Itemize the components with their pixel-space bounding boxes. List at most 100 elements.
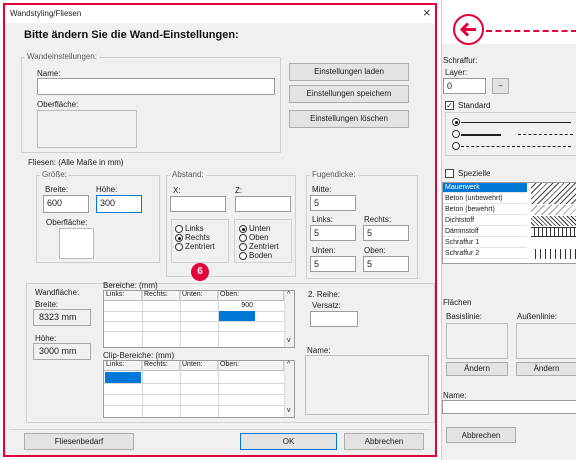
radio-v-zentriert-label: Zentriert xyxy=(249,242,279,251)
wall-name-input[interactable] xyxy=(37,78,275,95)
scroll-down-icon[interactable]: v xyxy=(287,407,291,414)
areas-scrollbar[interactable]: ^ v xyxy=(284,291,294,347)
areas-label: Bereiche: (mm) xyxy=(103,281,158,290)
side-cancel-button[interactable]: Abbrechen xyxy=(446,427,516,443)
clip-cell-selected[interactable] xyxy=(105,372,141,383)
areas-grid[interactable]: Links: Rechts: Unten: Oben: 900 ^ v xyxy=(103,290,295,348)
tile-width-input[interactable]: 600 xyxy=(43,195,89,213)
scroll-up-icon[interactable]: ^ xyxy=(287,291,290,298)
radio-unten-label: Unten xyxy=(249,224,271,233)
dialog-heading: Bitte ändern Sie die Wand-Einstellungen: xyxy=(24,29,239,41)
side-panel: Schraffur: Layer: 0 – ✓ Standard Speziel… xyxy=(441,0,576,460)
wallarea-height-label: Höhe: xyxy=(35,334,57,343)
radio-rechts[interactable] xyxy=(175,234,183,242)
grid-vline xyxy=(180,361,181,417)
spacing-group-label: Abstand: xyxy=(170,170,206,179)
standard-label: Standard xyxy=(458,101,491,110)
size-group-label: Größe: xyxy=(40,170,69,179)
hatch-item-beton-bewehrt[interactable]: Beton (bewehrt) xyxy=(443,205,527,215)
radio-h-zentriert-label: Zentriert xyxy=(185,242,215,251)
radio-oben[interactable] xyxy=(239,234,247,242)
tile-surface-preview[interactable] xyxy=(59,228,94,259)
wall-surface-preview[interactable] xyxy=(37,110,137,148)
joint-middle-label: Mitte: xyxy=(312,185,332,194)
radio-links-label: Links xyxy=(185,224,204,233)
radio-boden[interactable] xyxy=(239,252,247,260)
grid-vline xyxy=(142,361,143,417)
wallarea-width-label: Breite: xyxy=(35,300,59,309)
grid-vline xyxy=(180,291,181,347)
scroll-up-icon[interactable]: ^ xyxy=(287,361,290,368)
base-line-preview[interactable] xyxy=(446,323,508,359)
standard-checkbox[interactable]: ✓ xyxy=(445,101,454,110)
save-settings-button[interactable]: Einstellungen speichern xyxy=(289,85,409,103)
title-bar: Wandstyling/Fliesen × xyxy=(5,5,435,23)
radio-h-zentriert[interactable] xyxy=(175,243,183,251)
areas-cell-value[interactable]: 900 xyxy=(219,301,255,311)
offset-label: Versatz: xyxy=(312,301,341,310)
joint-left-input[interactable]: 5 xyxy=(310,225,356,241)
joint-left-label: Links: xyxy=(312,215,333,224)
areas-section-label: Flächen xyxy=(443,298,472,307)
outer-line-label: Außenlinie: xyxy=(517,312,558,321)
hatch-item-mauerwerk[interactable]: Mauerwerk xyxy=(443,183,527,193)
z-input[interactable] xyxy=(235,196,291,212)
clip-grid[interactable]: Links: Rechts: Unten: Oben: ^ v xyxy=(103,360,295,418)
special-checkbox[interactable] xyxy=(445,169,454,178)
x-input[interactable] xyxy=(170,196,226,212)
line-style-dashed-radio[interactable] xyxy=(452,142,460,150)
offset-input[interactable] xyxy=(310,311,358,327)
radio-oben-label: Oben xyxy=(249,233,269,242)
hatch-item-daemmstoff[interactable]: Dämmstoff xyxy=(443,227,527,237)
grid-vline xyxy=(218,361,219,417)
radio-v-zentriert[interactable] xyxy=(239,243,247,251)
grid-line xyxy=(104,394,284,395)
line-style-solid xyxy=(461,122,571,123)
grid-vline xyxy=(142,291,143,347)
ok-button[interactable]: OK xyxy=(240,433,337,450)
joint-middle-input[interactable]: 5 xyxy=(310,195,356,211)
side-name-input[interactable] xyxy=(442,400,576,414)
hatch-item-schraffur-2[interactable]: Schraffur 2 xyxy=(443,249,527,259)
clip-scrollbar[interactable]: ^ v xyxy=(284,361,294,417)
hatch-item-beton-unbewehrt[interactable]: Beton (unbewehrt) xyxy=(443,194,527,204)
change-outer-button[interactable]: Ändern xyxy=(516,362,576,376)
layer-minus-button[interactable]: – xyxy=(492,78,509,94)
hatch-list[interactable]: Mauerwerk Beton (unbewehrt) Beton (beweh… xyxy=(442,182,576,264)
line-style-dashdot-radio[interactable] xyxy=(452,130,460,138)
hatch-label: Schraffur: xyxy=(443,56,478,65)
grid-line xyxy=(104,311,284,312)
tile-height-input[interactable]: 300 xyxy=(96,195,142,213)
joint-right-input[interactable]: 5 xyxy=(363,225,409,241)
clip-col-unten: Unten: xyxy=(180,361,218,371)
change-base-button[interactable]: Ändern xyxy=(446,362,508,376)
tile-width-label: Breite: xyxy=(45,185,69,194)
radio-unten[interactable] xyxy=(239,225,247,233)
load-settings-button[interactable]: Einstellungen laden xyxy=(289,63,409,81)
line-style-dashdot xyxy=(518,134,573,135)
line-style-solid-radio[interactable] xyxy=(452,118,460,126)
hatch-item-schraffur-1[interactable]: Schraffur 1 xyxy=(443,238,527,248)
back-arrow-icon[interactable] xyxy=(453,14,484,45)
layer-input[interactable]: 0 xyxy=(443,78,486,94)
close-icon[interactable]: × xyxy=(423,5,431,20)
callout-dashed-line xyxy=(486,30,576,32)
dialog-separator xyxy=(9,429,431,430)
joint-top-input[interactable]: 5 xyxy=(363,256,409,272)
cancel-button[interactable]: Abbrechen xyxy=(344,433,424,450)
hatch-item-dichtstoff[interactable]: Dichtstoff xyxy=(443,216,527,226)
tile-requirement-button[interactable]: Fliesenbedarf xyxy=(24,433,134,450)
step-badge: 6 xyxy=(191,263,209,281)
areas-cell-selected[interactable] xyxy=(219,311,255,321)
x-label: X: xyxy=(173,186,181,195)
hatch-preview-dots xyxy=(531,205,576,215)
delete-settings-button[interactable]: Einstellungen löschen xyxy=(289,110,409,128)
wallarea-label: Wandfläche: xyxy=(35,288,80,297)
joint-bottom-input[interactable]: 5 xyxy=(310,256,356,272)
outer-line-preview[interactable] xyxy=(516,323,576,359)
window-title: Wandstyling/Fliesen xyxy=(10,9,82,18)
radio-links[interactable] xyxy=(175,225,183,233)
clip-col-oben: Oben: xyxy=(218,361,284,371)
areas-col-unten: Unten: xyxy=(180,291,218,301)
scroll-down-icon[interactable]: v xyxy=(287,337,291,344)
